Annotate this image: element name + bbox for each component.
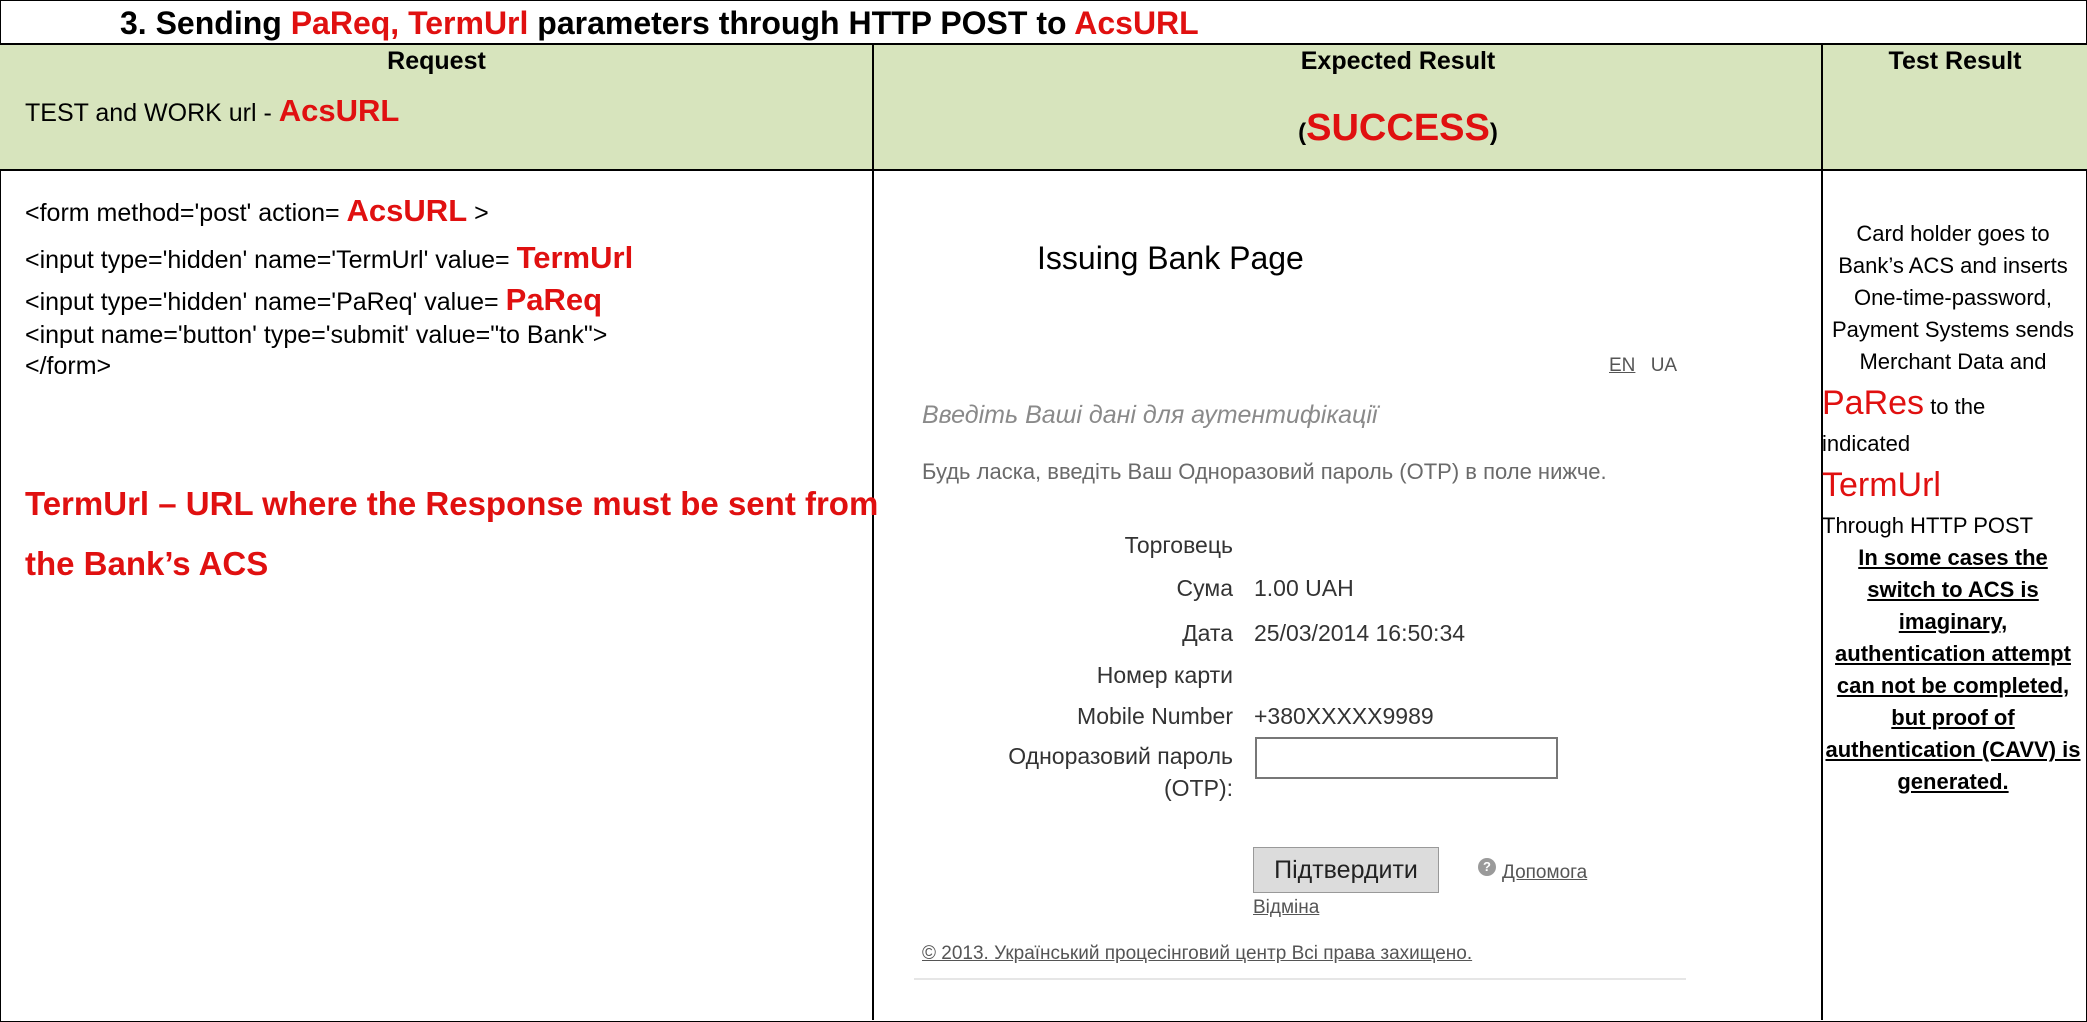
bank-heading: Введіть Ваші дані для аутентифікації [922, 401, 1378, 429]
title-params: PaReq, TermUrl [290, 5, 529, 41]
mobile-number-value: +380XXXXX9989 [1254, 703, 1434, 729]
work-url-value: AcsURL [278, 93, 400, 128]
to-the-text: to the [1930, 394, 1986, 419]
test-result: Card holder goes to Bank’s ACS and inser… [1822, 218, 2084, 798]
lang-en-link[interactable]: EN [1609, 355, 1635, 376]
success-open-paren: ( [1298, 119, 1307, 146]
confirm-button[interactable]: Підтвердити [1253, 847, 1439, 893]
title-prefix: 3. Sending [120, 5, 282, 41]
code-text: <input type='hidden' name='TermUrl' valu… [25, 245, 510, 274]
page-title: 3. Sending PaReq, TermUrl parameters thr… [120, 5, 1199, 42]
code-acsurl: AcsURL [346, 193, 468, 228]
indicated-text: indicated [1822, 431, 1911, 456]
date-label: Дата [1182, 620, 1233, 646]
work-url-label: TEST and WORK url - [25, 99, 272, 127]
amount-value: 1.00 UAH [1254, 575, 1354, 601]
bank-intro: Будь ласка, введіть Ваш Одноразовий паро… [922, 459, 1607, 484]
help-icon: ? [1478, 858, 1496, 876]
lang-ua-link[interactable]: UA [1651, 355, 1677, 376]
header-request: Request [387, 47, 486, 75]
work-url: TEST and WORK url - AcsURL [25, 93, 399, 129]
success-text: SUCCESS [1306, 107, 1490, 149]
code-line-termurl: <input type='hidden' name='TermUrl' valu… [25, 235, 633, 282]
copyright-link[interactable]: © 2013. Український процесінговий центр … [922, 943, 1472, 965]
code-line-form: <form method='post' action= AcsURL > [25, 188, 633, 235]
amount-label: Сума [1176, 575, 1233, 601]
language-switch: EN UA [1609, 355, 1677, 377]
through-http-post: Through HTTP POST [1822, 513, 2034, 538]
termurl-label: TermUrl [1822, 466, 1941, 504]
table-header: Request Expected Result Test Result TEST… [0, 43, 2087, 171]
success-close-paren: ) [1489, 119, 1498, 146]
success-label: (SUCCESS) [873, 107, 1923, 150]
test-result-text: Card holder goes to Bank’s ACS and inser… [1831, 221, 2075, 374]
header-test-result: Test Result [1888, 47, 2022, 75]
code-line-button: <input name='button' type='submit' value… [25, 320, 608, 349]
card-number-label: Номер карти [1096, 662, 1233, 688]
code-line-pareq: <input type='hidden' name='PaReq' value=… [25, 281, 633, 320]
code-pareq: PaReq [505, 282, 603, 317]
cavv-note: In some cases the switch to ACS is imagi… [1825, 545, 2081, 794]
title-row: 3. Sending PaReq, TermUrl parameters thr… [1, 1, 2086, 43]
bank-page-title: Issuing Bank Page [1037, 240, 1304, 276]
test-result-pares-line: PaRes to the [1822, 378, 2084, 428]
pares-label: PaRes [1822, 384, 1925, 422]
header-expected-result: Expected Result [1300, 47, 1496, 75]
request-code: <form method='post' action= AcsURL > <in… [25, 188, 633, 382]
merchant-label: Торговець [1124, 532, 1233, 558]
mobile-number-label: Mobile Number [1077, 703, 1233, 729]
termurl-note: TermUrl – URL where the Response must be… [25, 485, 879, 582]
bank-footer-divider [914, 978, 1686, 980]
code-text: <form method='post' action= [25, 199, 340, 227]
help-link[interactable]: Допомога [1502, 862, 1587, 884]
title-target: AcsURL [1074, 5, 1199, 41]
title-middle: parameters through HTTP POST to [537, 5, 1067, 41]
code-line-form-close: </form> [25, 352, 112, 380]
code-text: > [474, 199, 489, 227]
code-termurl: TermUrl [516, 239, 634, 275]
otp-label: Одноразовий пароль (OTP): [1008, 743, 1233, 801]
code-text: <input type='hidden' name='PaReq' value= [25, 288, 499, 316]
cancel-link[interactable]: Відміна [1253, 897, 1319, 919]
date-value: 25/03/2014 16:50:34 [1254, 620, 1466, 646]
otp-input[interactable] [1255, 737, 1558, 779]
